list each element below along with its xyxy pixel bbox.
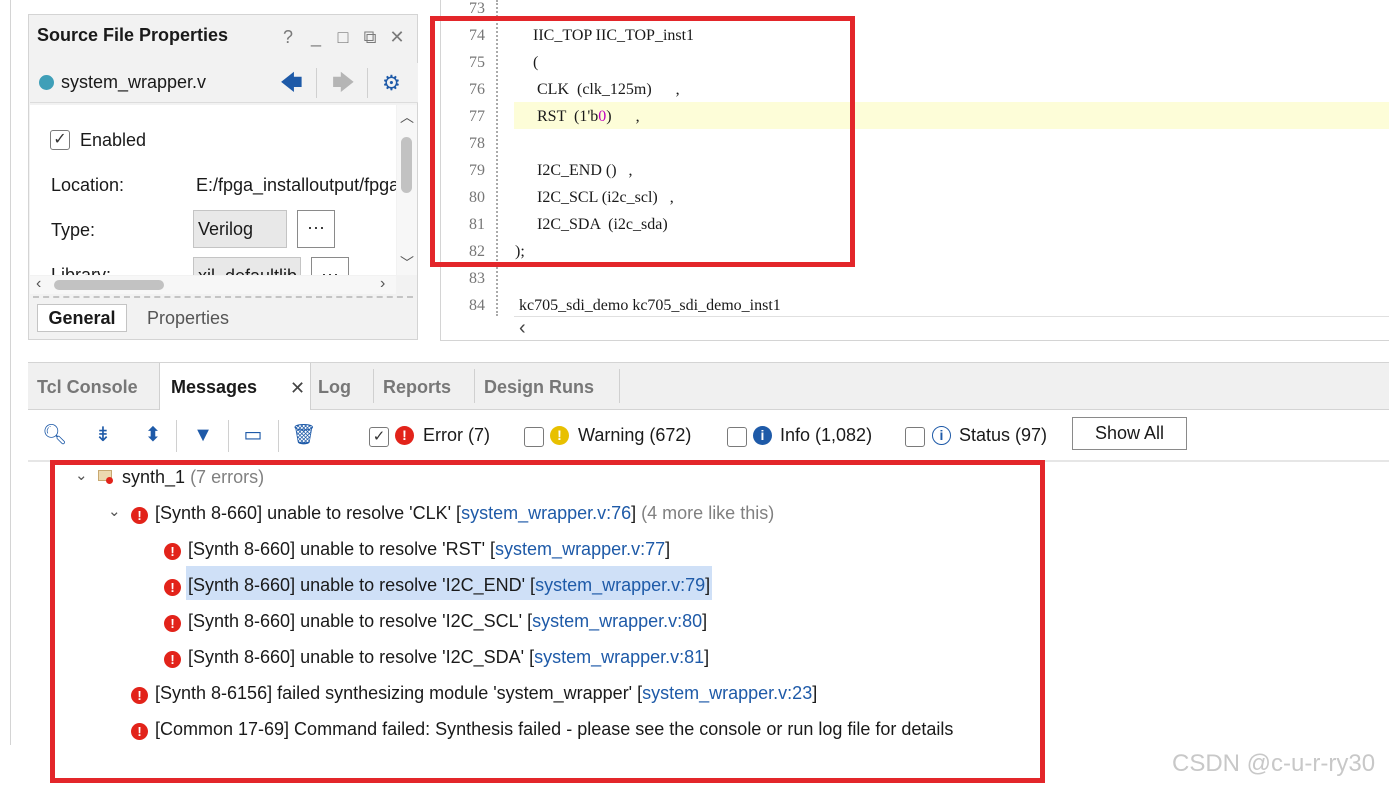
tab-messages[interactable]: Messages	[171, 377, 257, 398]
chevron-down-icon[interactable]: ﹀	[400, 253, 414, 273]
scrollbar-thumb[interactable]	[54, 280, 164, 290]
divider	[278, 420, 279, 452]
comment-icon[interactable]: ▭	[241, 423, 265, 447]
warning-icon: !	[550, 426, 569, 445]
tab-general[interactable]: General	[37, 304, 127, 332]
info-icon: i	[753, 426, 772, 445]
divider	[619, 369, 620, 403]
chevron-right-icon[interactable]: ›	[380, 275, 385, 293]
divider	[367, 68, 368, 98]
tab-log[interactable]: Log	[318, 377, 351, 398]
divider	[474, 369, 475, 403]
editor-horizontal-scrollbar[interactable]: ‹	[514, 316, 1389, 340]
tab-properties[interactable]: Properties	[147, 308, 229, 329]
forward-arrow-icon[interactable]: 🡆	[332, 72, 355, 94]
code-line: kc705_sdi_demo kc705_sdi_demo_inst1	[515, 297, 781, 314]
chevron-left-icon[interactable]: ‹	[36, 275, 41, 293]
search-icon[interactable]: 🔍︎	[42, 423, 67, 447]
back-arrow-icon[interactable]: 🡄	[280, 72, 303, 94]
filter-icon[interactable]: ▼	[191, 423, 215, 447]
enabled-label: Enabled	[80, 130, 147, 150]
library-label: Library:	[51, 265, 112, 275]
type-browse-button[interactable]: ···	[297, 210, 335, 248]
divider	[373, 369, 374, 403]
library-browse-button[interactable]: ···	[311, 257, 349, 275]
line-number: 83	[469, 270, 485, 287]
type-field[interactable]: Verilog	[193, 210, 287, 248]
tab-bar: Tcl Console Messages ✕ Log Reports Desig…	[28, 362, 1389, 411]
left-window-edge	[10, 0, 11, 745]
enabled-checkbox[interactable]: ✓	[50, 130, 70, 150]
error-icon: !	[395, 426, 414, 445]
minimize-icon[interactable]: _	[307, 28, 325, 46]
annotation-box-messages	[50, 460, 1045, 783]
tab-design-runs[interactable]: Design Runs	[484, 377, 594, 398]
divider	[176, 420, 177, 452]
library-field[interactable]: xil_defaultlib	[193, 257, 301, 275]
divider	[316, 68, 317, 98]
help-icon[interactable]: ?	[279, 28, 297, 46]
properties-body: ✓ Enabled Location: E:/fpga_installoutpu…	[30, 105, 396, 275]
tab-reports[interactable]: Reports	[383, 377, 451, 398]
source-file-properties-panel: Source File Properties ? _ □ ⧉ ✕ system_…	[28, 14, 418, 340]
close-icon[interactable]: ✕	[388, 28, 406, 46]
chevron-up-icon[interactable]: ︿	[400, 107, 414, 127]
show-all-button[interactable]: Show All	[1072, 417, 1187, 450]
collapse-all-icon[interactable]: ⇟	[91, 423, 115, 447]
divider	[228, 420, 229, 452]
maximize-icon[interactable]: □	[334, 28, 352, 46]
horizontal-scrollbar[interactable]: ‹ ›	[30, 275, 396, 294]
file-row: system_wrapper.v 🡄 🡆 ⚙	[30, 63, 418, 103]
float-icon[interactable]: ⧉	[361, 28, 379, 46]
type-label: Type:	[51, 220, 96, 240]
file-status-dot-icon	[39, 75, 54, 90]
divider	[33, 296, 413, 298]
gear-icon[interactable]: ⚙	[382, 71, 401, 96]
chevron-left-icon[interactable]: ‹	[519, 317, 526, 340]
status-icon: i	[932, 426, 951, 445]
error-filter-checkbox[interactable]: ✓	[369, 427, 389, 447]
error-filter-label: Error (7)	[423, 425, 490, 445]
info-filter-checkbox[interactable]	[727, 427, 747, 447]
watermark: CSDN @c-u-r-ry30	[1172, 750, 1376, 777]
trash-icon[interactable]: 🗑︎	[291, 423, 316, 447]
line-number: 84	[469, 297, 485, 314]
annotation-box-code	[430, 16, 855, 267]
messages-toolbar: 🔍︎ ⇟ ⬍ ▼ ▭ 🗑︎ ✓ ! Error (7) ! Warning (6…	[28, 410, 1389, 462]
status-filter-checkbox[interactable]	[905, 427, 925, 447]
file-name: system_wrapper.v	[61, 72, 207, 92]
status-filter-label: Status (97)	[959, 425, 1048, 445]
tab-tcl-console[interactable]: Tcl Console	[37, 377, 138, 398]
expand-all-icon[interactable]: ⬍	[141, 423, 165, 447]
scrollbar-thumb[interactable]	[401, 137, 412, 193]
vertical-scrollbar[interactable]: ︿ ﹀	[397, 105, 417, 275]
warning-filter-label: Warning (672)	[578, 425, 692, 445]
warning-filter-checkbox[interactable]	[524, 427, 544, 447]
panel-title: Source File Properties	[37, 25, 229, 45]
info-filter-label: Info (1,082)	[780, 425, 873, 445]
close-icon[interactable]: ✕	[290, 378, 305, 399]
location-label: Location:	[51, 175, 125, 195]
location-value: E:/fpga_installoutput/fpga	[196, 175, 396, 195]
